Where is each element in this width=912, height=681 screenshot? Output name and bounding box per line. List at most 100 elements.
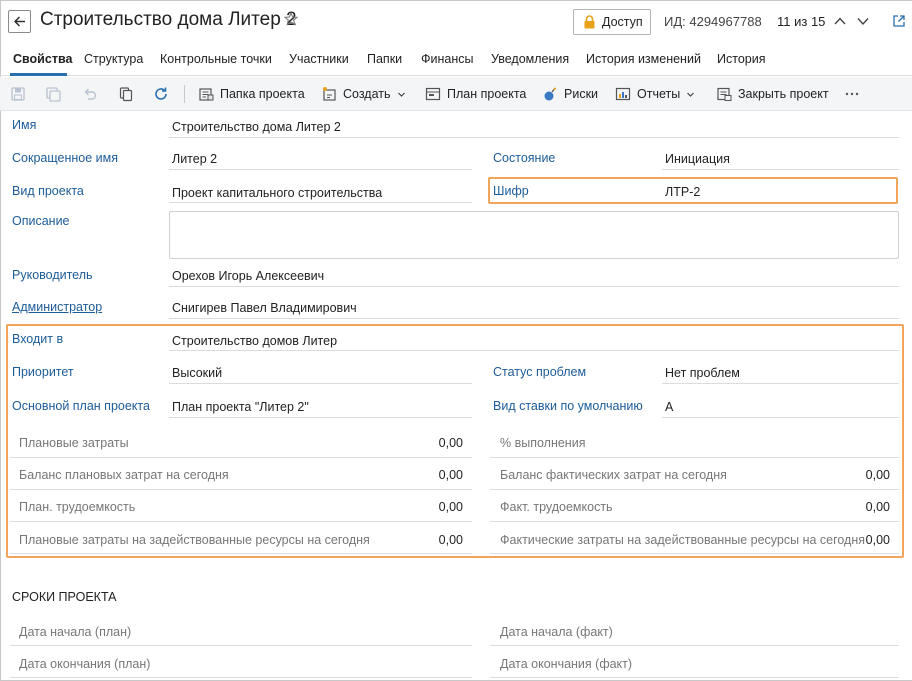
record-id: ИД: 4294967788 — [664, 14, 762, 29]
chevron-down-icon — [397, 92, 405, 97]
tab-participants[interactable]: Участники — [289, 52, 349, 66]
tab-properties[interactable]: Свойства — [13, 52, 72, 66]
star-icon[interactable] — [284, 12, 298, 26]
active-tab-indicator — [10, 73, 67, 76]
planned-costs-value: 0,00 — [438, 436, 463, 450]
priority-label: Приоритет — [12, 365, 74, 379]
state-underline — [662, 169, 899, 170]
actual-resource-costs-value: 0,00 — [865, 533, 890, 547]
tab-structure[interactable]: Структура — [84, 52, 143, 66]
chevron-down-icon — [687, 92, 695, 97]
planned-resource-costs-label: Плановые затраты на задействованные ресу… — [19, 533, 370, 547]
back-button[interactable] — [8, 10, 31, 33]
admin-field[interactable]: Снигирев Павел Владимирович — [172, 301, 357, 315]
tab-bar: Свойства Структура Контрольные точки Уча… — [0, 44, 912, 76]
tab-change-history[interactable]: История изменений — [586, 52, 701, 66]
cipher-field[interactable]: ЛТР-2 — [665, 185, 700, 199]
base-plan-field[interactable]: План проекта "Литер 2" — [172, 400, 309, 414]
default-rate-field[interactable]: А — [665, 400, 673, 414]
description-label: Описание — [12, 214, 70, 228]
project-type-field[interactable]: Проект капитального строительства — [172, 186, 382, 200]
copy-icon[interactable] — [118, 86, 134, 102]
base-plan-underline — [169, 417, 472, 418]
undo-icon[interactable] — [82, 86, 98, 102]
name-label: Имя — [12, 118, 37, 132]
tab-notifications[interactable]: Уведомления — [491, 52, 569, 66]
tab-milestones[interactable]: Контрольные точки — [160, 52, 272, 66]
header: Строительство дома Литер 2 Доступ ИД: 42… — [0, 0, 912, 44]
folder-icon — [199, 88, 214, 101]
actual-resource-costs-label: Фактические затраты на задействованные р… — [500, 533, 866, 547]
parent-label: Входит в — [12, 332, 64, 346]
timeline-divider — [10, 645, 472, 646]
parent-field[interactable]: Строительство домов Литер — [172, 334, 337, 348]
planned-labor-value: 0,00 — [438, 500, 463, 514]
manager-label: Руководитель — [12, 268, 93, 282]
planned-balance-value: 0,00 — [438, 468, 463, 482]
name-field[interactable]: Строительство дома Литер 2 — [172, 120, 341, 134]
risks-button[interactable]: Риски — [542, 85, 598, 103]
metric-divider — [490, 489, 899, 490]
chevron-down-icon[interactable] — [856, 15, 870, 27]
start-plan-label: Дата начала (план) — [19, 625, 132, 639]
admin-link[interactable]: Администратор — [12, 300, 102, 314]
actual-labor-label: Факт. трудоемкость — [500, 500, 613, 514]
timeline-section-title: СРОКИ ПРОЕКТА — [12, 590, 117, 604]
planned-costs-label: Плановые затраты — [19, 436, 129, 450]
more-icon — [845, 92, 859, 96]
state-field[interactable]: Инициация — [665, 152, 730, 166]
state-label: Состояние — [493, 151, 556, 165]
project-folder-button[interactable]: Папка проекта — [198, 85, 305, 103]
close-project-label: Закрыть проект — [738, 87, 829, 101]
completion-label: % выполнения — [500, 436, 586, 450]
timeline-divider — [490, 645, 899, 646]
tab-folders[interactable]: Папки — [367, 52, 402, 66]
metric-divider — [490, 521, 899, 522]
refresh-icon[interactable] — [153, 86, 169, 102]
manager-underline — [169, 286, 899, 287]
project-type-label: Вид проекта — [12, 184, 84, 198]
planned-resource-costs-value: 0,00 — [438, 533, 463, 547]
description-textarea[interactable] — [169, 211, 899, 259]
default-rate-label: Вид ставки по умолчанию — [493, 399, 643, 413]
short-name-underline — [169, 169, 472, 170]
manager-field[interactable]: Орехов Игорь Алексеевич — [172, 269, 324, 283]
save-icon[interactable] — [10, 86, 26, 102]
problem-status-underline — [662, 383, 899, 384]
parent-underline — [169, 350, 899, 351]
short-name-field[interactable]: Литер 2 — [172, 152, 217, 166]
page-title: Строительство дома Литер 2 — [40, 9, 297, 30]
lock-icon — [584, 15, 595, 29]
bomb-icon — [544, 87, 556, 101]
chevron-up-icon[interactable] — [833, 15, 847, 27]
metric-divider — [10, 521, 472, 522]
timeline-divider — [10, 677, 472, 678]
close-project-button[interactable]: Закрыть проект — [716, 85, 829, 103]
open-external-icon[interactable] — [892, 14, 906, 28]
planned-labor-label: План. трудоемкость — [19, 500, 136, 514]
metric-divider — [490, 553, 899, 554]
default-rate-underline — [662, 417, 899, 418]
priority-field[interactable]: Высокий — [172, 366, 222, 380]
tab-history[interactable]: История — [717, 52, 765, 66]
gantt-icon — [425, 87, 441, 101]
metric-divider — [490, 457, 899, 458]
toolbar-separator — [184, 85, 185, 103]
admin-underline — [169, 318, 899, 319]
problem-status-field[interactable]: Нет проблем — [665, 366, 740, 380]
create-button[interactable]: Создать — [321, 85, 406, 103]
close-project-icon — [717, 87, 732, 101]
project-plan-button[interactable]: План проекта — [425, 85, 526, 103]
project-folder-label: Папка проекта — [220, 87, 305, 101]
reports-label: Отчеты — [637, 87, 681, 101]
toolbar: Папка проекта Создать План проекта Риски… — [0, 77, 912, 111]
cipher-label: Шифр — [493, 184, 529, 198]
access-button[interactable]: Доступ — [573, 9, 651, 35]
create-label: Создать — [343, 87, 391, 101]
more-button[interactable] — [845, 85, 859, 103]
reports-button[interactable]: Отчеты — [615, 85, 695, 103]
base-plan-label: Основной план проекта — [12, 399, 150, 413]
tab-finance[interactable]: Финансы — [421, 52, 473, 66]
save-close-icon[interactable] — [45, 86, 61, 102]
timeline-divider — [490, 677, 899, 678]
